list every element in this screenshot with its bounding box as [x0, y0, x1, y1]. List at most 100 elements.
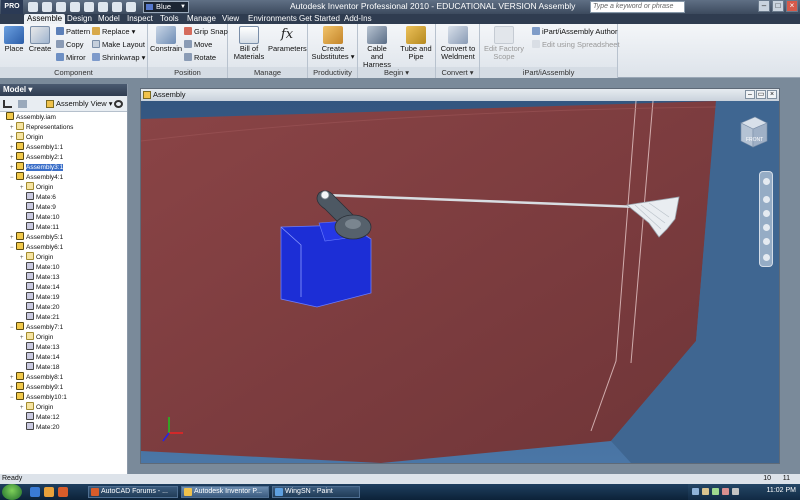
cable-harness-button[interactable]: Cable and Harness [360, 26, 394, 69]
tree-item-mate[interactable]: Mate:18 [20, 362, 60, 372]
tree-item-mate[interactable]: Mate:10 [20, 262, 60, 272]
app-menu-button[interactable]: PRO [1, 0, 23, 14]
tab-design[interactable]: Design [64, 14, 95, 24]
tab-assemble[interactable]: Assemble [24, 14, 66, 24]
tree-item-origin[interactable]: + Representations [10, 122, 73, 132]
tree-item-mate[interactable]: Mate:20 [20, 302, 60, 312]
new-icon[interactable] [28, 2, 38, 12]
wing-surface[interactable] [141, 101, 716, 463]
tab-add-ins[interactable]: Add-Ins [341, 14, 375, 24]
tree-item-mate[interactable]: Mate:9 [20, 202, 56, 212]
redo-icon[interactable] [84, 2, 94, 12]
tab-environments[interactable]: Environments [245, 14, 300, 24]
create-button[interactable]: Create [28, 26, 52, 53]
minimize-button[interactable]: – [758, 0, 770, 12]
maximize-button[interactable]: □ [772, 0, 784, 12]
rotate-button[interactable]: Rotate [184, 53, 216, 63]
begin-panel-label[interactable]: Begin ▾ [358, 67, 435, 78]
expand-icon[interactable] [18, 100, 27, 108]
edit-spreadsheet-button[interactable]: Edit using Spreadsheet [532, 40, 620, 50]
pattern-button[interactable]: Pattern [56, 27, 90, 37]
create-substitutes-button[interactable]: Create Substitutes ▾ [310, 26, 356, 61]
task-inventor[interactable]: Autodesk Inventor P... [181, 486, 269, 498]
edit-factory-scope-button[interactable]: Edit Factory Scope [482, 26, 526, 61]
volume-icon[interactable] [732, 488, 739, 495]
firefox-icon[interactable] [58, 487, 68, 497]
tree-item-assembly[interactable]: − Assembly10:1 [10, 392, 67, 402]
orbit-icon[interactable] [763, 224, 770, 231]
tab-view[interactable]: View [219, 14, 242, 24]
color-style-select[interactable]: Blue Gray ▼ [143, 1, 189, 21]
open-icon[interactable] [42, 2, 52, 12]
mirror-button[interactable]: Mirror [56, 53, 86, 63]
ipart-author-button[interactable]: iPart/iAssembly Author [532, 27, 617, 37]
tree-item-mate[interactable]: Mate:14 [20, 352, 60, 362]
undo-icon[interactable] [70, 2, 80, 12]
replace-button[interactable]: Replace ▾ [92, 27, 135, 37]
tab-manage[interactable]: Manage [184, 14, 219, 24]
tree-item-mate[interactable]: Mate:6 [20, 192, 56, 202]
update-icon[interactable] [112, 2, 122, 12]
parameters-button[interactable]: fx Parameters [268, 26, 307, 53]
binoculars-icon[interactable] [114, 100, 123, 108]
viewcube-icon[interactable]: FRONT [740, 116, 768, 148]
tree-item-mate[interactable]: Mate:11 [20, 222, 59, 232]
tree-item-mate[interactable]: Mate:14 [20, 282, 60, 292]
start-button[interactable] [2, 484, 22, 500]
tree-item-origin[interactable]: + Origin [20, 402, 53, 412]
convert-panel-label[interactable]: Convert ▾ [436, 67, 479, 78]
tree-item-mate[interactable]: Mate:19 [20, 292, 60, 302]
graphics-window[interactable]: Assembly – ▭ × FRONT [140, 88, 780, 464]
tree-item-origin[interactable]: + Origin [10, 132, 43, 142]
tree-item-mate[interactable]: Mate:20 [20, 422, 60, 432]
model-canvas[interactable]: FRONT [141, 101, 779, 463]
tree-item-assembly[interactable]: + Assembly3:1 [10, 162, 64, 172]
assembly-view-select[interactable]: Assembly View ▾ [56, 96, 113, 112]
tray-icon[interactable] [702, 488, 709, 495]
clock[interactable]: 11:02 PM [767, 487, 796, 494]
tree-item-mate[interactable]: Mate:10 [20, 212, 60, 222]
make-layout-button[interactable]: Make Layout [92, 40, 145, 50]
constrain-button[interactable]: Constrain [150, 26, 182, 53]
return-icon[interactable] [98, 2, 108, 12]
tree-item-assembly[interactable]: − Assembly4:1 [10, 172, 63, 182]
task-paint[interactable]: WingSN - Paint [272, 486, 360, 498]
tab-model[interactable]: Model [95, 14, 123, 24]
tree-item-assembly[interactable]: + Assembly8:1 [10, 372, 63, 382]
move-button[interactable]: Move [184, 40, 212, 50]
model-scene[interactable]: FRONT [141, 101, 779, 463]
tree-item-mate[interactable]: Mate:13 [20, 342, 60, 352]
close-button[interactable]: × [786, 0, 798, 12]
tree-item-assembly[interactable]: − Assembly6:1 [10, 242, 63, 252]
tree-item-mate[interactable]: Mate:12 [20, 412, 60, 422]
browser-header[interactable]: Model ▾ [0, 84, 127, 96]
doc-close-button[interactable]: × [767, 90, 777, 99]
tree-item-mate[interactable]: Mate:13 [20, 272, 60, 282]
tray-icon[interactable] [712, 488, 719, 495]
tree-item-assembly[interactable]: Assembly.iam [0, 112, 56, 122]
tray-icon[interactable] [722, 488, 729, 495]
tab-tools[interactable]: Tools [157, 14, 182, 24]
tray-icon[interactable] [692, 488, 699, 495]
bill-of-materials-button[interactable]: Bill of Materials [232, 26, 266, 61]
grip-snap-button[interactable]: Grip Snap [184, 27, 228, 37]
tree-item-assembly[interactable]: + Assembly5:1 [10, 232, 63, 242]
tree-item-assembly[interactable]: + Assembly1:1 [10, 142, 63, 152]
doc-restore-button[interactable]: ▭ [756, 90, 766, 99]
doc-minimize-button[interactable]: – [745, 90, 755, 99]
tree-item-origin[interactable]: + Origin [20, 252, 53, 262]
help-search-input[interactable]: Type a keyword or phrase [590, 1, 685, 13]
copy-button[interactable]: Copy [56, 40, 84, 50]
tree-item-assembly[interactable]: − Assembly7:1 [10, 322, 63, 332]
ie-icon[interactable] [30, 487, 40, 497]
tab-get-started[interactable]: Get Started [296, 14, 343, 24]
folder-icon[interactable] [44, 487, 54, 497]
tab-inspect[interactable]: Inspect [124, 14, 156, 24]
select-icon[interactable] [126, 2, 136, 12]
save-icon[interactable] [56, 2, 66, 12]
look-at-icon[interactable] [763, 238, 770, 245]
zoom-icon[interactable] [763, 210, 770, 217]
pan-icon[interactable] [763, 196, 770, 203]
tube-pipe-button[interactable]: Tube and Pipe [398, 26, 434, 61]
steering-wheel-icon[interactable] [763, 178, 770, 185]
